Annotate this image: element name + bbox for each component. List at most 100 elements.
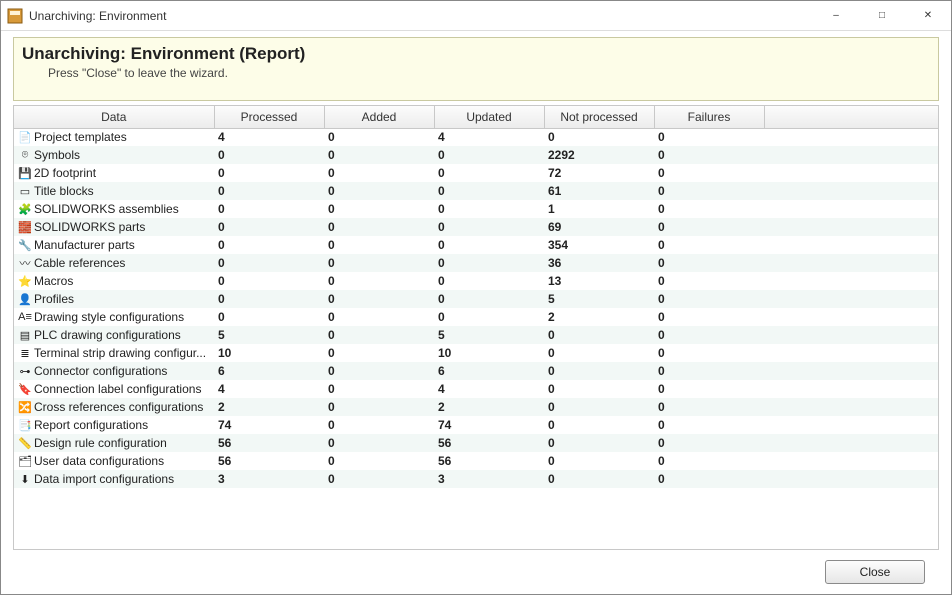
symbol-icon: ⌾ (18, 148, 32, 162)
cell-added: 0 (324, 308, 434, 326)
table-row[interactable]: A≡Drawing style configurations00020 (14, 308, 938, 326)
dialog-window: Unarchiving: Environment – □ ✕ Unarchivi… (0, 0, 952, 595)
row-label: Project templates (34, 130, 127, 144)
cell-not_processed: 0 (544, 398, 654, 416)
cell-updated: 4 (434, 128, 544, 146)
cell-added: 0 (324, 182, 434, 200)
cell-processed: 3 (214, 470, 324, 488)
row-label: PLC drawing configurations (34, 328, 181, 342)
cell-not_processed: 69 (544, 218, 654, 236)
col-processed[interactable]: Processed (214, 106, 324, 128)
content-area: Unarchiving: Environment (Report) Press … (1, 31, 951, 594)
row-label: Connector configurations (34, 364, 167, 378)
cell-processed: 56 (214, 434, 324, 452)
import-icon: ⬇ (18, 472, 32, 486)
table-row[interactable]: 🔖Connection label configurations40400 (14, 380, 938, 398)
table-row[interactable]: 💾2D footprint000720 (14, 164, 938, 182)
cell-failures: 0 (654, 164, 764, 182)
report-icon: 📑 (18, 418, 32, 432)
table-row[interactable]: 🗂User data configurations5605600 (14, 452, 938, 470)
close-window-button[interactable]: ✕ (905, 1, 951, 31)
cell-not_processed: 2 (544, 308, 654, 326)
connector-icon: ⊶ (18, 364, 32, 378)
cell-failures: 0 (654, 236, 764, 254)
app-icon (7, 8, 23, 24)
cell-failures: 0 (654, 272, 764, 290)
cell-failures: 0 (654, 416, 764, 434)
cell-added: 0 (324, 254, 434, 272)
table-row[interactable]: ⊶Connector configurations60600 (14, 362, 938, 380)
cell-processed: 0 (214, 218, 324, 236)
cell-updated: 0 (434, 236, 544, 254)
table-row[interactable]: ⌾Symbols00022920 (14, 146, 938, 164)
cell-not_processed: 0 (544, 416, 654, 434)
cell-failures: 0 (654, 452, 764, 470)
terminal-icon: ≣ (18, 346, 32, 360)
cell-added: 0 (324, 218, 434, 236)
table-row[interactable]: 🔀Cross references configurations20200 (14, 398, 938, 416)
cell-failures: 0 (654, 128, 764, 146)
cell-processed: 4 (214, 380, 324, 398)
window-title: Unarchiving: Environment (29, 9, 813, 23)
cell-processed: 10 (214, 344, 324, 362)
table-row[interactable]: 📏Design rule configuration5605600 (14, 434, 938, 452)
table-row[interactable]: ▤PLC drawing configurations50500 (14, 326, 938, 344)
cell-failures: 0 (654, 326, 764, 344)
cell-processed: 56 (214, 452, 324, 470)
cell-updated: 74 (434, 416, 544, 434)
cell-updated: 2 (434, 398, 544, 416)
col-updated[interactable]: Updated (434, 106, 544, 128)
titleblock-icon: ▭ (18, 184, 32, 198)
row-label: Macros (34, 274, 73, 288)
cell-processed: 0 (214, 200, 324, 218)
table-row[interactable]: 📑Report configurations7407400 (14, 416, 938, 434)
cell-not_processed: 0 (544, 380, 654, 398)
table-row[interactable]: ▭Title blocks000610 (14, 182, 938, 200)
row-label: Connection label configurations (34, 382, 201, 396)
cell-failures: 0 (654, 344, 764, 362)
col-failures[interactable]: Failures (654, 106, 764, 128)
cell-failures: 0 (654, 290, 764, 308)
row-label: Drawing style configurations (34, 310, 184, 324)
col-added[interactable]: Added (324, 106, 434, 128)
col-not-processed[interactable]: Not processed (544, 106, 654, 128)
connlabel-icon: 🔖 (18, 382, 32, 396)
cell-failures: 0 (654, 470, 764, 488)
table-row[interactable]: ⬇Data import configurations30300 (14, 470, 938, 488)
table-row[interactable]: ≣Terminal strip drawing configur...10010… (14, 344, 938, 362)
minimize-button[interactable]: – (813, 1, 859, 31)
row-label: Cross references configurations (34, 400, 203, 414)
cell-not_processed: 5 (544, 290, 654, 308)
row-label: Profiles (34, 292, 74, 306)
table-row[interactable]: 〰Cable references000360 (14, 254, 938, 272)
cell-not_processed: 0 (544, 470, 654, 488)
col-data[interactable]: Data (14, 106, 214, 128)
cell-not_processed: 0 (544, 344, 654, 362)
cell-failures: 0 (654, 182, 764, 200)
cell-failures: 0 (654, 254, 764, 272)
cell-processed: 6 (214, 362, 324, 380)
grid-scroll[interactable]: Data Processed Added Updated Not process… (14, 106, 938, 549)
cell-added: 0 (324, 326, 434, 344)
cell-processed: 0 (214, 308, 324, 326)
cell-processed: 0 (214, 146, 324, 164)
crossref-icon: 🔀 (18, 400, 32, 414)
maximize-button[interactable]: □ (859, 1, 905, 31)
window-buttons: – □ ✕ (813, 1, 951, 31)
cell-added: 0 (324, 434, 434, 452)
table-row[interactable]: 🧩SOLIDWORKS assemblies00010 (14, 200, 938, 218)
table-row[interactable]: 👤Profiles00050 (14, 290, 938, 308)
cell-updated: 0 (434, 200, 544, 218)
table-row[interactable]: ⭐Macros000130 (14, 272, 938, 290)
cell-added: 0 (324, 470, 434, 488)
cell-added: 0 (324, 416, 434, 434)
cell-updated: 0 (434, 272, 544, 290)
sw-part-icon: 🧱 (18, 220, 32, 234)
cell-updated: 0 (434, 308, 544, 326)
table-row[interactable]: 🔧Manufacturer parts0003540 (14, 236, 938, 254)
table-row[interactable]: 🧱SOLIDWORKS parts000690 (14, 218, 938, 236)
close-button[interactable]: Close (825, 560, 925, 584)
table-row[interactable]: 📄Project templates40400 (14, 128, 938, 146)
wrench-icon: 🔧 (18, 238, 32, 252)
row-label: 2D footprint (34, 166, 96, 180)
